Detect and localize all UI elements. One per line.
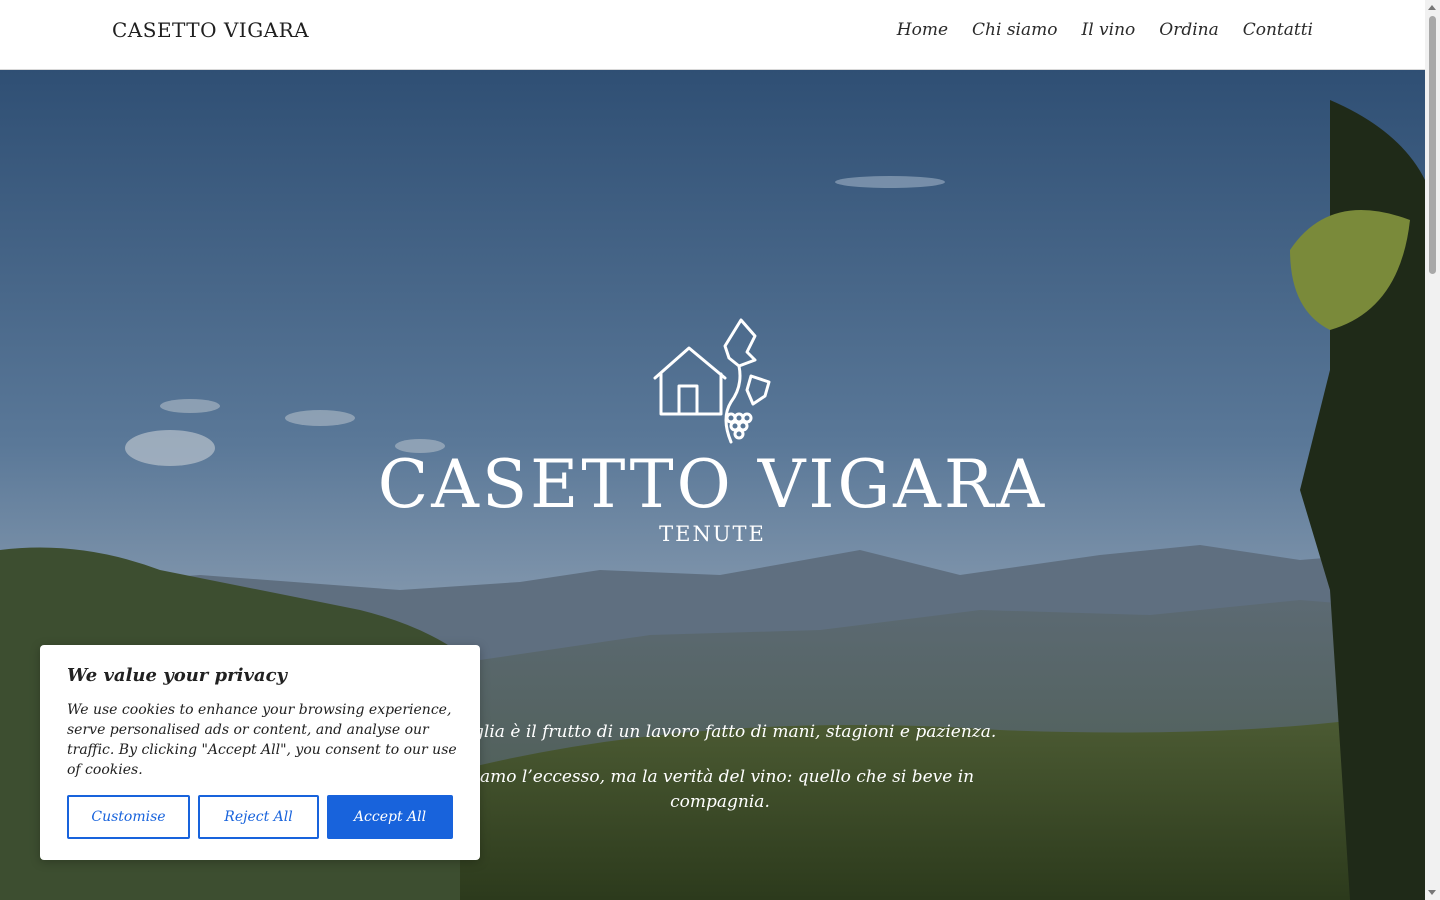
cookie-consent-banner: We value your privacy We use cookies to … — [40, 645, 480, 860]
tagline-line-1: ottiglia è il frutto di un lavoro fatto … — [443, 722, 997, 742]
site-header: CASETTO VIGARA Home Chi siamo Il vino Or… — [0, 0, 1425, 70]
nav-il-vino[interactable]: Il vino — [1081, 20, 1135, 40]
hero-logo: CASETTO VIGARA TENUTE — [0, 316, 1425, 546]
nav-ordina[interactable]: Ordina — [1159, 20, 1218, 40]
hero-tagline: ottiglia è il frutto di un lavoro fatto … — [440, 720, 1000, 835]
hero-subtitle: TENUTE — [659, 522, 766, 546]
hero-title: CASETTO VIGARA — [377, 446, 1048, 523]
accept-all-button[interactable]: Accept All — [327, 795, 453, 839]
house-grape-logo-icon — [653, 318, 770, 444]
scroll-down-icon[interactable] — [1428, 890, 1436, 895]
cookie-banner-title: We value your privacy — [67, 665, 287, 686]
nav-contatti[interactable]: Contatti — [1243, 20, 1313, 40]
main-nav: Home Chi siamo Il vino Ordina Contatti — [897, 20, 1313, 40]
tagline-line-2: siamo l’eccesso, ma la verità del vino: … — [465, 767, 975, 812]
brand-logo-text[interactable]: CASETTO VIGARA — [112, 18, 309, 42]
scroll-up-icon[interactable] — [1428, 5, 1436, 10]
reject-all-button[interactable]: Reject All — [198, 795, 319, 839]
page-scrollbar[interactable] — [1425, 0, 1440, 900]
scrollbar-thumb[interactable] — [1429, 16, 1436, 274]
nav-home[interactable]: Home — [897, 20, 948, 40]
cookie-banner-text: We use cookies to enhance your browsing … — [67, 702, 457, 778]
customise-button[interactable]: Customise — [67, 795, 190, 839]
nav-chi-siamo[interactable]: Chi siamo — [972, 20, 1057, 40]
